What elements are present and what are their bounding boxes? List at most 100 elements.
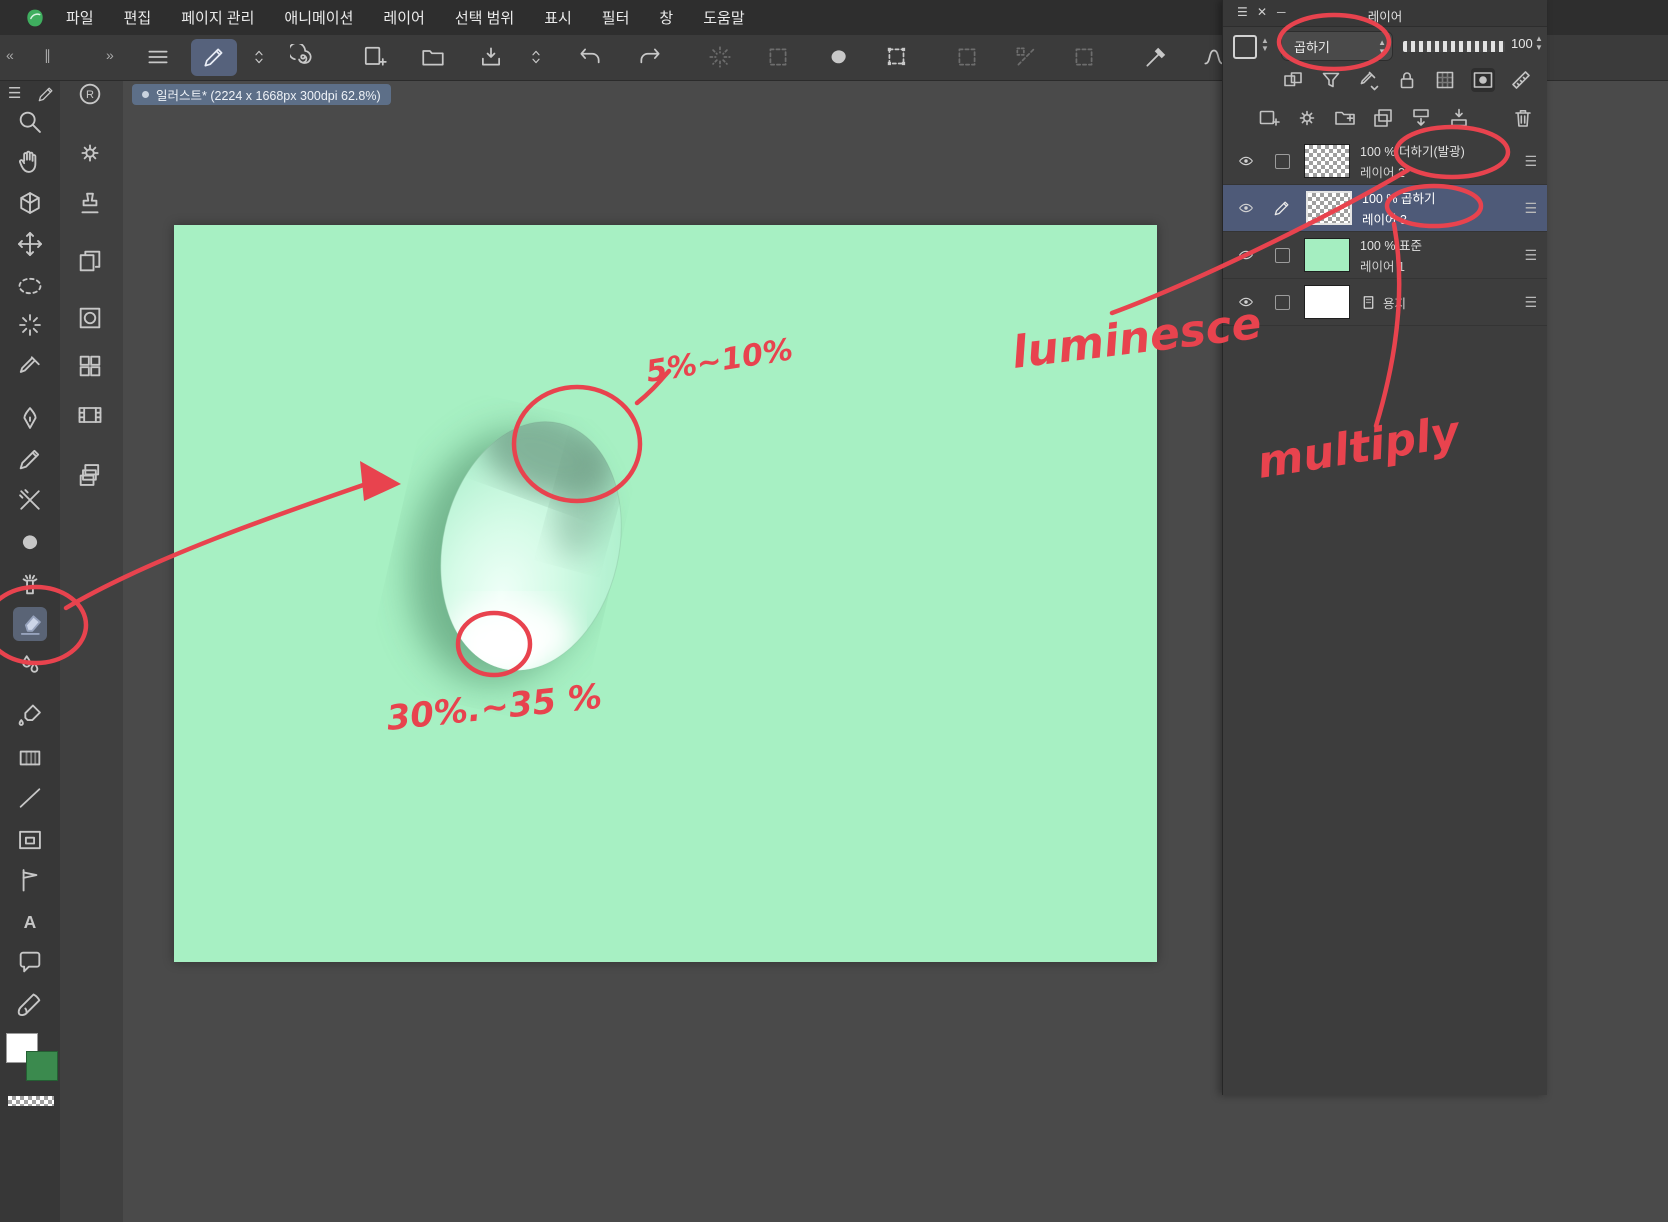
- tool-operate[interactable]: [13, 186, 47, 220]
- selection-launcher-icon[interactable]: [1013, 44, 1039, 70]
- duplicate-layer-icon[interactable]: [1371, 106, 1395, 130]
- tool-brush[interactable]: [13, 483, 47, 517]
- layer-thumbnail[interactable]: [1304, 238, 1350, 272]
- tool-eraser[interactable]: [13, 607, 47, 641]
- tool-move-layer[interactable]: [13, 227, 47, 261]
- undo-icon[interactable]: [577, 44, 603, 70]
- collapse-right-icon[interactable]: »: [106, 47, 114, 63]
- menu-help[interactable]: 도움말: [703, 7, 744, 28]
- tool-ruler[interactable]: [13, 863, 47, 897]
- layer-checkbox[interactable]: [1275, 247, 1290, 263]
- layer-thumbnail[interactable]: [1304, 144, 1350, 178]
- merge-down-icon[interactable]: [1447, 106, 1471, 130]
- menu-window[interactable]: 창: [659, 7, 673, 28]
- combine-preview-icon[interactable]: [1281, 68, 1305, 92]
- clip-to-layer-icon[interactable]: [1471, 68, 1495, 92]
- tool-decoration[interactable]: [13, 567, 47, 601]
- redo-icon[interactable]: [637, 44, 663, 70]
- menu-layer[interactable]: 레이어: [383, 7, 424, 28]
- tool-airbrush[interactable]: [13, 525, 47, 559]
- menu-edit[interactable]: 편집: [124, 7, 152, 28]
- paper-row[interactable]: 용지 ☰: [1223, 279, 1547, 326]
- invert-selection-icon[interactable]: [765, 44, 791, 70]
- tool-zoom[interactable]: [13, 105, 47, 139]
- enable-mask-icon[interactable]: [1509, 68, 1533, 92]
- lock-layer-icon[interactable]: [1395, 68, 1419, 92]
- layer-menu-icon[interactable]: ☰: [1524, 294, 1537, 311]
- layer-menu-icon[interactable]: ☰: [1524, 247, 1537, 264]
- layer-menu-icon[interactable]: ☰: [1524, 200, 1537, 217]
- layer-visibility-icon[interactable]: [1235, 294, 1257, 310]
- toolbar-menu-icon[interactable]: ☰: [8, 84, 21, 102]
- layer-visibility-icon[interactable]: [1235, 153, 1257, 169]
- opacity-slider[interactable]: [1403, 41, 1505, 52]
- layer-row-selected[interactable]: 100 % 곱하기 레이어 3 ☰: [1223, 185, 1547, 232]
- new-document-icon[interactable]: [362, 44, 388, 70]
- subtool-material-move[interactable]: [73, 244, 107, 278]
- opacity-stepper-icon[interactable]: ▲ ▼: [1535, 34, 1543, 52]
- collapse-left-icon[interactable]: «: [6, 47, 14, 63]
- pick-layer-icon[interactable]: [1357, 68, 1381, 92]
- menu-selection[interactable]: 선택 범위: [455, 7, 514, 28]
- menu-page-manage[interactable]: 페이지 관리: [181, 7, 254, 28]
- new-layer-settings-icon[interactable]: [1295, 106, 1319, 130]
- deselect-icon[interactable]: [707, 44, 733, 70]
- sub-color-swatch[interactable]: [26, 1051, 58, 1081]
- delete-layer-icon[interactable]: [1511, 106, 1535, 130]
- tool-auto-select[interactable]: [13, 308, 47, 342]
- menu-animation[interactable]: 애니메이션: [284, 7, 353, 28]
- fill-selection-icon[interactable]: [825, 44, 851, 70]
- paper-thumbnail[interactable]: [1304, 285, 1350, 319]
- layer-menu-icon[interactable]: ☰: [1524, 153, 1537, 170]
- layer-row[interactable]: 100 % 더하기(발광) 레이어 2 ☰: [1223, 138, 1547, 185]
- new-layer-icon[interactable]: [1257, 106, 1281, 130]
- subtool-shape[interactable]: [73, 301, 107, 335]
- tool-hand[interactable]: [13, 145, 47, 179]
- tool-gradient[interactable]: [13, 741, 47, 775]
- subtool-settings[interactable]: [73, 136, 107, 170]
- tool-blend[interactable]: [13, 648, 47, 682]
- transfer-down-icon[interactable]: [1409, 106, 1433, 130]
- toolbar-pencil-icon[interactable]: [36, 84, 56, 104]
- subtool-timeline[interactable]: [73, 398, 107, 432]
- layer-visibility-icon[interactable]: [1235, 200, 1257, 216]
- tool-pencil[interactable]: [13, 442, 47, 476]
- new-folder-icon[interactable]: [1333, 106, 1357, 130]
- tool-switch-chevrons-icon[interactable]: [250, 44, 268, 70]
- color-swatches[interactable]: [6, 1033, 58, 1089]
- tool-fill[interactable]: [13, 699, 47, 733]
- transparent-color-swatch[interactable]: [8, 1096, 54, 1106]
- menu-filter[interactable]: 필터: [602, 7, 630, 28]
- combine-mode-button[interactable]: [1233, 35, 1257, 59]
- crop-icon[interactable]: [954, 44, 980, 70]
- subtool-record[interactable]: R: [73, 77, 107, 111]
- blend-mode-dropdown[interactable]: 곱하기 ▲ ▼: [1281, 31, 1393, 61]
- tool-balloon[interactable]: [13, 945, 47, 979]
- tool-frame[interactable]: [13, 823, 47, 857]
- snap-ruler-icon[interactable]: [1143, 44, 1169, 70]
- menu-view[interactable]: 표시: [544, 7, 572, 28]
- subtool-stamp[interactable]: [73, 186, 107, 220]
- reference-spiral-icon[interactable]: [290, 44, 316, 70]
- layer-thumbnail[interactable]: [1306, 191, 1352, 225]
- divider-handle-icon[interactable]: ∥: [44, 47, 51, 64]
- layer-checkbox[interactable]: [1275, 294, 1290, 310]
- tool-selection[interactable]: [13, 269, 47, 303]
- selection-border-icon[interactable]: [1071, 44, 1097, 70]
- edit-mode-button[interactable]: [191, 39, 237, 76]
- save-icon[interactable]: [478, 44, 504, 70]
- workspace-menu-icon[interactable]: [145, 44, 171, 70]
- menu-file[interactable]: 파일: [66, 7, 94, 28]
- combine-chevrons-icon[interactable]: ▲ ▼: [1259, 37, 1271, 53]
- tool-eyedropper[interactable]: [13, 349, 47, 383]
- subtool-materials[interactable]: [73, 458, 107, 492]
- lock-alpha-icon[interactable]: [1433, 68, 1457, 92]
- layer-row[interactable]: 100 % 표준 레이어 1 ☰: [1223, 232, 1547, 279]
- tool-correct-line[interactable]: [13, 988, 47, 1022]
- tool-text[interactable]: A: [13, 905, 47, 939]
- subtool-palette[interactable]: [73, 349, 107, 383]
- document-tab[interactable]: 일러스트* (2224 x 1668px 300dpi 62.8%): [132, 84, 391, 105]
- save-chevrons-icon[interactable]: [527, 44, 545, 70]
- tool-figure[interactable]: [13, 781, 47, 815]
- tool-pen[interactable]: [13, 401, 47, 435]
